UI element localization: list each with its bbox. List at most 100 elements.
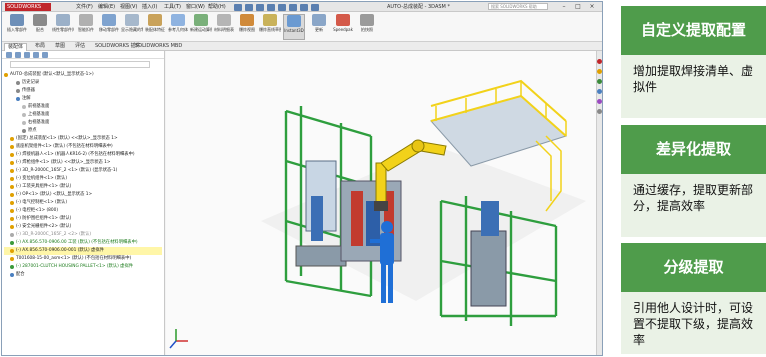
insert-component-button[interactable]: 插入零部件 [6, 14, 28, 40]
display-manager-icon[interactable] [42, 52, 48, 58]
motion-icon [194, 14, 208, 26]
menu-edit[interactable]: 编辑(E) [98, 3, 115, 11]
menu-file[interactable]: 文件(F) [76, 3, 93, 11]
menu-tools[interactable]: 工具(T) [164, 3, 181, 11]
tree-row[interactable]: 注解 [4, 95, 162, 103]
tree-row[interactable]: AUTO-总成装配 (默认<默认_显示状态-1>) [4, 71, 162, 79]
tree-row[interactable]: 前视基准面 [4, 103, 162, 111]
open-icon[interactable] [245, 4, 253, 11]
feature-icon [148, 14, 162, 26]
minimize-icon[interactable]: – [557, 2, 571, 11]
speedpak-button[interactable]: Speedpak [332, 14, 354, 40]
design-library-icon[interactable] [597, 69, 602, 74]
component-icon [10, 273, 14, 277]
tree-row-label: (-) 287001-CLUTCH HOUSING PALLET<1> (默认)… [16, 264, 134, 269]
tree-row[interactable]: (-) 焊接机器人<1> (机器人KR16-2) (不包括在材料明细表中) [4, 151, 162, 159]
linear-pattern-button[interactable]: 线性零部件阵列 [52, 14, 74, 40]
file-explorer-icon[interactable] [597, 79, 602, 84]
new-icon[interactable] [234, 4, 242, 11]
tree-row[interactable]: (-) AX.856.570-0906.00-001 (默认) 虚拟件 [4, 247, 162, 255]
line-icon [263, 14, 277, 26]
blue-pillar [481, 201, 499, 236]
smart-fasteners-button[interactable]: 智能扣件 [75, 14, 97, 40]
menu-view[interactable]: 视图(V) [120, 3, 137, 11]
menu-help[interactable]: 帮助(H) [208, 3, 226, 11]
tree-row[interactable]: 上视基准面 [4, 111, 162, 119]
menu-insert[interactable]: 插入(I) [142, 3, 157, 11]
tree-row[interactable]: (-) 变位机组件<1> (默认) [4, 175, 162, 183]
tab-evaluate[interactable]: 评估 [72, 43, 88, 50]
eye-icon [125, 14, 139, 26]
card-title-diff-extract: 差异化提取 [621, 125, 766, 174]
tree-row[interactable]: (-) 3D_R-2000C_165F_2 <1> (默认) (显示状态-1) [4, 167, 162, 175]
tree-row[interactable]: (-) 3D_R-2000C_165F_2 <2> (默认) [4, 231, 162, 239]
show-hidden-button[interactable]: 显示隐藏的零部件 [121, 14, 143, 40]
component-icon [16, 81, 20, 85]
close-icon[interactable]: × [585, 2, 599, 11]
tree-row[interactable]: 历史记录 [4, 79, 162, 87]
tab-sketch[interactable]: 草图 [52, 43, 68, 50]
help-search-input[interactable]: 搜索 SOLIDWORKS 帮助 [488, 3, 548, 10]
app-logo[interactable]: SOLIDWORKS [5, 3, 51, 11]
custom-properties-icon[interactable] [597, 109, 602, 114]
tree-row[interactable]: (-) 电控柜<1> (800) [4, 207, 162, 215]
select-icon[interactable] [289, 4, 297, 11]
component-icon [10, 161, 14, 165]
exploded-view-button[interactable]: 爆炸视图 [236, 14, 258, 40]
tree-row[interactable]: (固定) 总成装配<1> (默认) <<默认>_显示状态 1> [4, 135, 162, 143]
tree-row-label: 传感器 [22, 88, 35, 93]
tree-row[interactable]: (-) 工装夹具组件<1> (默认) [4, 183, 162, 191]
graphics-area[interactable] [166, 51, 596, 356]
tree-row[interactable]: 配合 [4, 271, 162, 279]
tree-row[interactable]: (-) 防护围栏组件<1> (默认) [4, 215, 162, 223]
instant3d-button[interactable]: Instant3D [283, 14, 305, 40]
snapshot-button[interactable]: 拍快照 [356, 14, 378, 40]
tree-row[interactable]: 底座机架组件<1> (默认) (不包括在材料明细表中) [4, 143, 162, 151]
undo-icon[interactable] [278, 4, 286, 11]
pattern-icon [56, 14, 70, 26]
print-icon[interactable] [267, 4, 275, 11]
tab-mbd[interactable]: SOLIDWORKS MBD [132, 43, 185, 50]
tree-row[interactable]: 右视基准面 [4, 119, 162, 127]
menu-window[interactable]: 窗口(W) [186, 3, 205, 11]
tab-layout[interactable]: 布局 [32, 43, 48, 50]
explode-line-button[interactable]: 爆炸直线草图 [259, 14, 281, 40]
bom-button[interactable]: 材料明细表 [213, 14, 235, 40]
dim-expert-icon[interactable] [33, 52, 39, 58]
view-palette-icon[interactable] [597, 89, 602, 94]
move-component-button[interactable]: 移动零部件 [98, 14, 120, 40]
tree-row[interactable]: (-) 287001-CLUTCH HOUSING PALLET<1> (默认)… [4, 263, 162, 271]
mate-button[interactable]: 配合 [29, 14, 51, 40]
update-button[interactable]: 更新 [308, 14, 330, 40]
tree-row-label: 右视基准面 [28, 120, 50, 125]
tab-assembly[interactable]: 装配体 [4, 43, 28, 51]
appearances-icon[interactable] [597, 99, 602, 104]
tree-row[interactable]: T001608-15-00_asm<1> (默认) (不包括在材料明细表中) [4, 255, 162, 263]
tree-filter-input[interactable] [10, 61, 150, 68]
resources-icon[interactable] [597, 59, 602, 64]
title-bar: SOLIDWORKS 文件(F) 编辑(E) 视图(V) 插入(I) 工具(T)… [2, 2, 602, 12]
component-icon [4, 73, 8, 77]
options-icon[interactable] [311, 4, 319, 11]
tree-row[interactable]: 原点 [4, 127, 162, 135]
new-motion-study-button[interactable]: 新建运动算例 [190, 14, 212, 40]
save-icon[interactable] [256, 4, 264, 11]
assembly-features-button[interactable]: 装配体特征 [144, 14, 166, 40]
maximize-icon[interactable]: □ [571, 2, 585, 11]
tree-row[interactable]: (-) AX.856.570-0906.00 工装 (默认) (不包括在材料明细… [4, 239, 162, 247]
configuration-icon[interactable] [24, 52, 30, 58]
tree-row[interactable]: (-) OP<1> (默认) <默认_显示状态 1> [4, 191, 162, 199]
tree-toolbar [2, 51, 164, 59]
tree-row-label: T001608-15-00_asm<1> (默认) (不包括在材料明细表中) [16, 256, 132, 261]
tree-row[interactable]: (-) 电气控制柜<1> (默认) [4, 199, 162, 207]
property-manager-icon[interactable] [15, 52, 21, 58]
tree-row[interactable]: (-) 焊枪组件<1> (默认) <<默认>_显示状态 1> [4, 159, 162, 167]
feature-tree-icon[interactable] [6, 52, 12, 58]
reference-geometry-button[interactable]: 参考几何体 [167, 14, 189, 40]
assembly-3d-view[interactable] [166, 51, 596, 356]
rebuild-icon[interactable] [300, 4, 308, 11]
tree-row[interactable]: (-) 安全光栅组件<2> (默认) [4, 223, 162, 231]
tree-row[interactable]: 传感器 [4, 87, 162, 95]
tree-row-label: (-) 电控柜<1> (800) [16, 208, 59, 213]
plane-icon [171, 14, 185, 26]
